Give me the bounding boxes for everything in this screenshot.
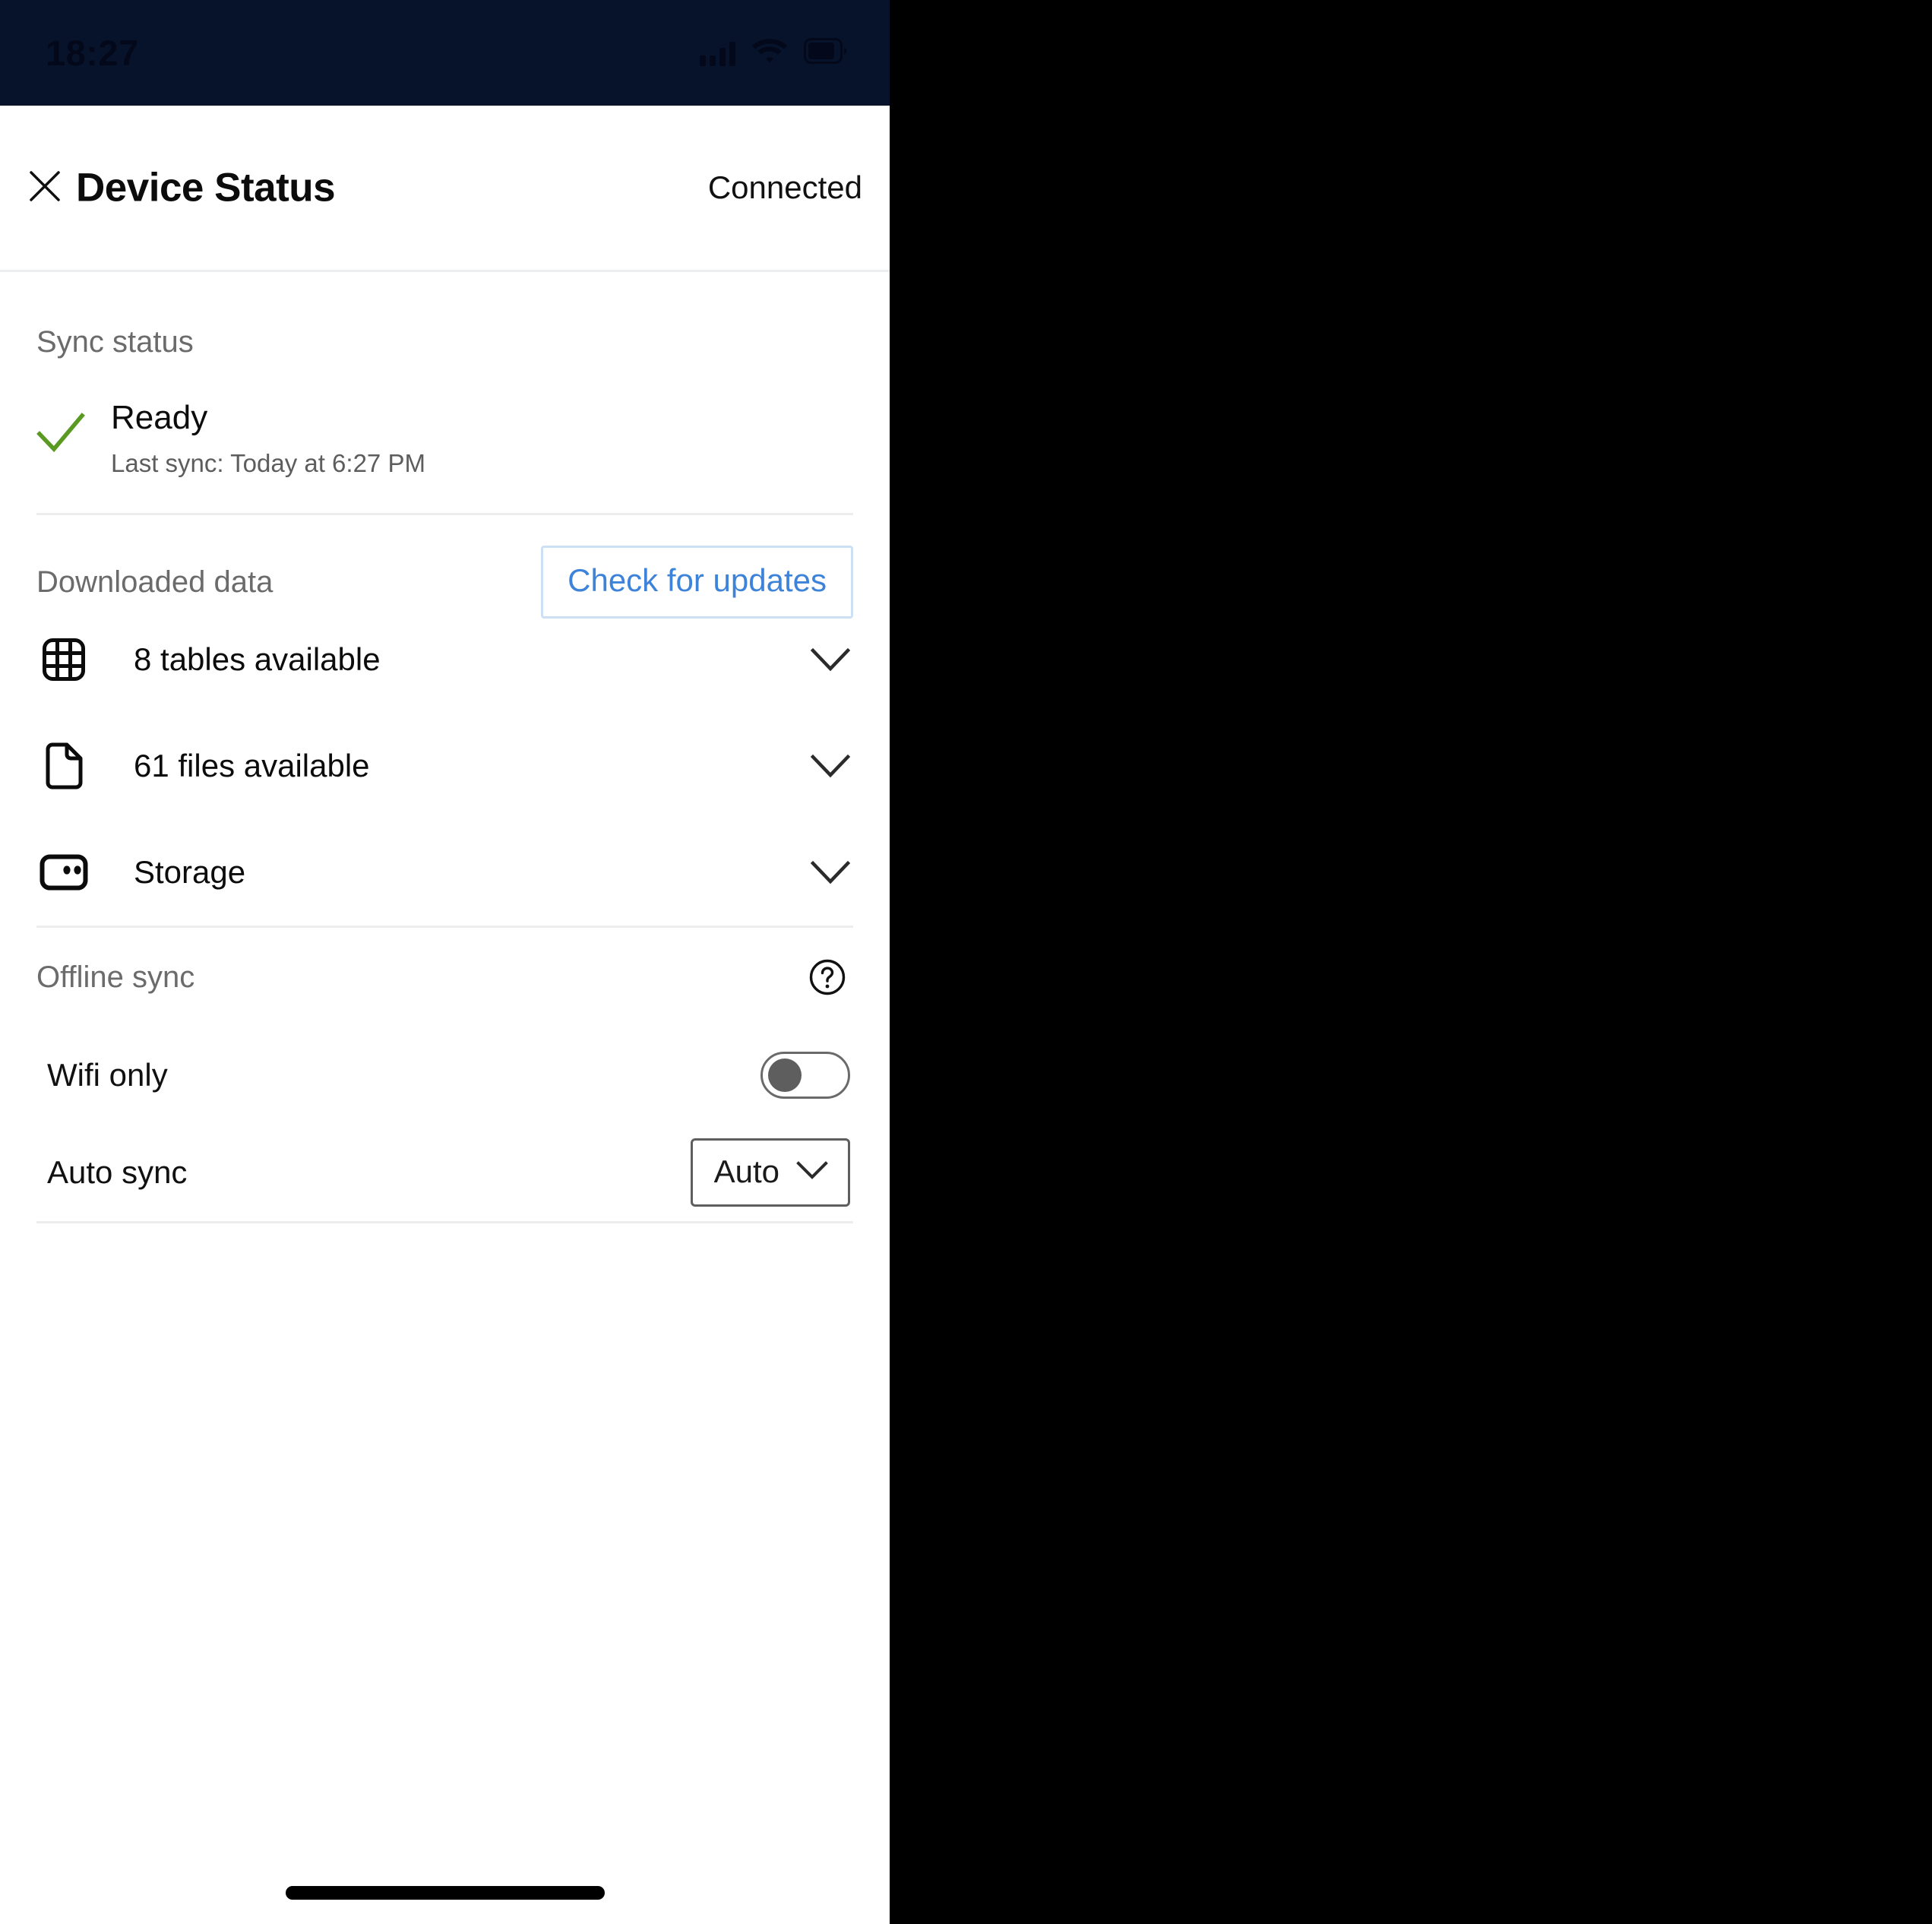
divider-after-offline-sync (36, 1221, 853, 1224)
offline-sync-header: Offline sync (36, 928, 853, 1027)
settings-content: Sync status Ready Last sync: Today at 6:… (0, 272, 890, 1224)
sync-last-sync-text: Last sync: Today at 6:27 PM (111, 448, 425, 477)
data-row-label: 8 tables available (134, 641, 381, 678)
data-row-tables[interactable]: 8 tables available (36, 606, 853, 713)
wifi-icon (752, 37, 787, 68)
offline-sync-section-label: Offline sync (36, 960, 195, 994)
chevron-down-icon[interactable] (808, 754, 853, 778)
sync-status-section-label: Sync status (36, 325, 194, 359)
auto-sync-select[interactable]: Auto (690, 1138, 850, 1207)
app-header: Device Status Connected (0, 106, 890, 272)
close-icon (27, 169, 62, 207)
file-document-icon (36, 742, 91, 790)
sync-status-row: Ready Last sync: Today at 6:27 PM (36, 399, 853, 513)
sync-status-section: Sync status Ready Last sync: Today at 6:… (0, 272, 890, 513)
chevron-down-icon (796, 1160, 828, 1184)
storage-drive-icon (36, 854, 91, 891)
help-circle-icon[interactable] (806, 956, 849, 998)
setting-row-wifi-only: Wifi only (36, 1027, 853, 1124)
status-bar-icons (700, 37, 848, 68)
status-bar: 18:27 (0, 0, 890, 106)
toggle-knob (768, 1059, 802, 1093)
data-row-label: Storage (134, 854, 246, 891)
table-grid-icon (36, 638, 91, 682)
close-button[interactable] (27, 170, 62, 205)
auto-sync-label: Auto sync (47, 1154, 188, 1191)
auto-sync-selected-value: Auto (713, 1153, 779, 1190)
chevron-down-icon[interactable] (808, 647, 853, 672)
check-icon (36, 411, 85, 459)
sync-state-text: Ready Last sync: Today at 6:27 PM (91, 399, 425, 478)
chevron-down-icon[interactable] (808, 860, 853, 884)
sync-state-title: Ready (111, 399, 208, 436)
data-row-storage[interactable]: Storage (36, 819, 853, 926)
offline-sync-section: Offline sync Wifi only Auto sync Auto (0, 928, 890, 1221)
page-title: Device Status (76, 165, 336, 210)
setting-row-auto-sync: Auto sync Auto (36, 1124, 853, 1221)
sync-state-icon-wrap (36, 399, 91, 459)
phone-screen: 18:27 Device Status Connected Sync statu… (0, 0, 890, 1924)
connection-status-text: Connected (707, 169, 862, 205)
downloaded-data-section-label: Downloaded data (36, 565, 274, 599)
downloaded-data-header: Downloaded data Check for updates (36, 515, 853, 619)
battery-icon (804, 38, 848, 68)
data-row-files[interactable]: 61 files available (36, 713, 853, 819)
downloaded-data-section: Downloaded data Check for updates 8 tabl… (0, 515, 890, 926)
check-for-updates-button[interactable]: Check for updates (541, 546, 853, 619)
status-bar-time: 18:27 (46, 33, 139, 73)
wifi-only-label: Wifi only (47, 1057, 168, 1093)
data-row-label: 61 files available (134, 748, 370, 784)
wifi-only-toggle[interactable] (760, 1052, 850, 1100)
signal-bars-icon (700, 40, 735, 66)
home-indicator (285, 1886, 605, 1900)
